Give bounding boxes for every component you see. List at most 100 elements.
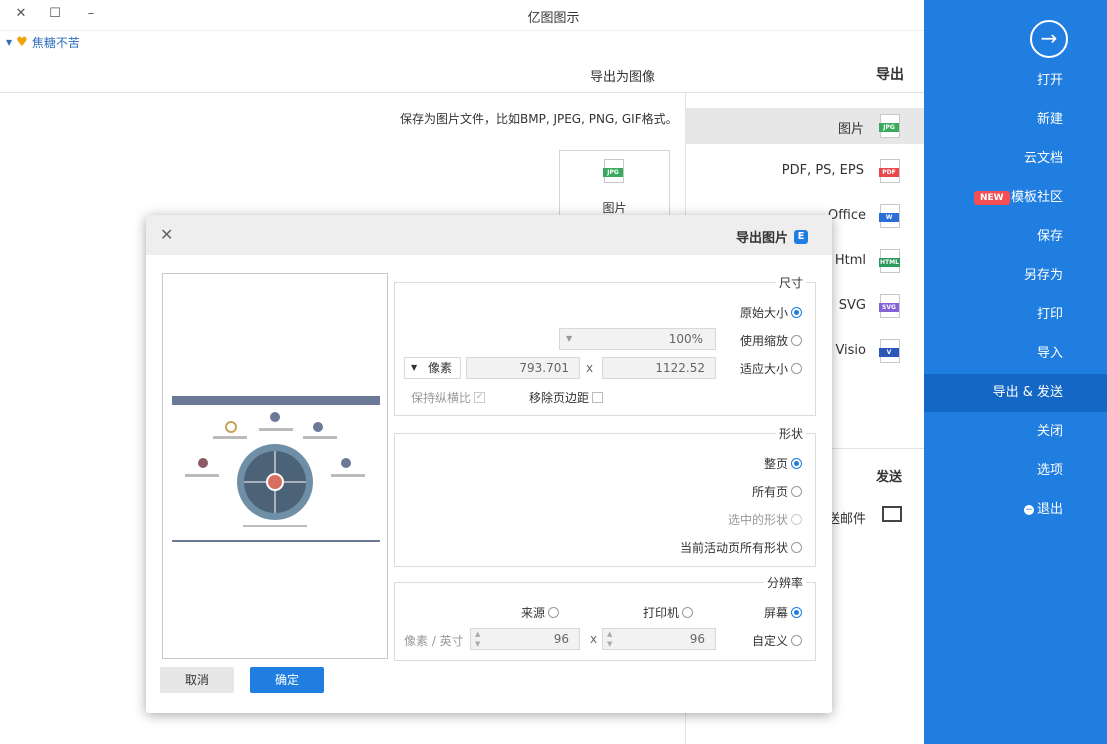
- export-heading: 导出: [876, 67, 904, 83]
- app-logo-icon: E: [794, 229, 808, 244]
- cancel-button[interactable]: 取消: [160, 667, 234, 693]
- shape-whole-page-radio[interactable]: 整页: [764, 455, 803, 472]
- checkbox-label: 保持纵横比: [411, 391, 472, 405]
- export-type-label: Office: [828, 208, 866, 223]
- sidebar-item-options[interactable]: 选项: [924, 452, 1107, 490]
- shape-selected-radio[interactable]: 选中的形状: [728, 511, 803, 528]
- radio-dot: [791, 486, 803, 497]
- width-value: 1122.52: [655, 361, 705, 375]
- width-field[interactable]: 1122.52: [602, 357, 716, 379]
- radio-dot: [791, 542, 803, 553]
- unit-select[interactable]: ▼ 像素: [404, 357, 461, 379]
- sidebar-item-open[interactable]: 打开: [924, 62, 1107, 100]
- sidebar-item-export-send[interactable]: 导出 & 发送: [924, 374, 1107, 412]
- sidebar-item-label: 新建: [1036, 112, 1063, 127]
- radio-label: 打印机: [643, 606, 680, 620]
- radio-label: 屏幕: [764, 606, 789, 620]
- radio-dot: [791, 607, 803, 618]
- sidebar-item-label: 模板社区: [1010, 190, 1063, 205]
- sidebar-item-print[interactable]: 打印: [924, 296, 1107, 334]
- dialog-title: 导出图片 E: [736, 227, 808, 246]
- maximize-window-button[interactable]: ☐: [44, 4, 66, 24]
- user-name: 焦糖不苦: [31, 36, 80, 50]
- dpi-unit-label: 像素 / 英寸: [404, 634, 464, 648]
- preview-diagram: [172, 396, 380, 542]
- dialog-header: [146, 215, 832, 255]
- dpi-x-value: 96: [689, 632, 705, 646]
- export-type-image[interactable]: 图片 JPG: [686, 108, 924, 144]
- size-fit-radio[interactable]: 适应大小: [740, 360, 803, 377]
- radio-dot: [791, 335, 803, 346]
- sidebar-item-label: 另存为: [1023, 268, 1063, 283]
- radio-dot: [791, 458, 803, 469]
- stepper-icon: ▲ ▼: [475, 630, 481, 648]
- dpi-x-field[interactable]: ▲ ▼ 96: [602, 628, 716, 650]
- size-original-radio[interactable]: 原始大小: [740, 304, 803, 321]
- dpi-y-field[interactable]: ▲ ▼ 96: [470, 628, 580, 650]
- ok-button[interactable]: 确定: [250, 667, 324, 693]
- sidebar-item-cloud[interactable]: 云文档: [924, 140, 1107, 178]
- radio-label: 所有页: [752, 485, 789, 499]
- minimize-window-button[interactable]: –: [80, 4, 102, 24]
- radio-dot: [791, 514, 803, 525]
- vip-icon: ♥: [16, 35, 28, 50]
- pdf-file-icon: PDF: [879, 159, 900, 183]
- sidebar-item-import[interactable]: 导入: [924, 335, 1107, 373]
- export-type-label: 图片: [837, 122, 864, 137]
- keep-ratio-checkbox[interactable]: 保持纵横比 ✓: [411, 389, 486, 406]
- resolution-printer-radio[interactable]: 打印机: [643, 604, 694, 621]
- radio-dot: [791, 635, 803, 646]
- export-preview: [162, 273, 388, 659]
- times-label: x: [590, 632, 598, 646]
- minus-circle-icon: −: [1023, 504, 1034, 515]
- export-description: 保存为图片文件，比如BMP, JPEG, PNG, GIF格式。: [400, 112, 678, 126]
- radio-dot: [791, 307, 803, 318]
- remove-margin-checkbox[interactable]: 移除页边距: [529, 389, 604, 406]
- dialog-title-text: 导出图片: [735, 231, 788, 246]
- sidebar-item-label: 退出: [1036, 502, 1063, 517]
- svg-file-icon: SVG: [879, 294, 900, 318]
- sidebar-item-label: 云文档: [1023, 151, 1063, 166]
- resolution-source-radio[interactable]: 来源: [521, 604, 560, 621]
- shape-group-title: 形状: [776, 425, 807, 442]
- user-menu[interactable]: ▼ ♥ 焦糖不苦: [6, 34, 80, 51]
- height-field[interactable]: 793.701: [466, 357, 580, 379]
- resolution-screen-radio[interactable]: 屏幕: [764, 604, 803, 621]
- export-type-pdf[interactable]: PDF, PS, EPS PDF: [686, 153, 924, 189]
- image-export-card[interactable]: JPG 图片: [559, 150, 670, 222]
- scale-value: 100%: [668, 332, 703, 346]
- export-type-label: PDF, PS, EPS: [781, 163, 864, 178]
- close-window-button[interactable]: ✕: [10, 4, 32, 24]
- export-image-dialog: 导出图片 E ✕ 尺寸 原始大小 使用缩放 ▼ 100% 适应大小 1122.5…: [146, 215, 832, 713]
- sidebar-item-templates[interactable]: NEW 模板社区: [924, 179, 1107, 217]
- checkbox-label: 移除页边距: [529, 391, 590, 405]
- height-value: 793.701: [519, 361, 569, 375]
- radio-label: 适应大小: [740, 362, 789, 376]
- size-group-title: 尺寸: [776, 274, 807, 291]
- sidebar-item-new[interactable]: 新建: [924, 101, 1107, 139]
- sidebar-item-exit[interactable]: − 退出: [924, 491, 1107, 529]
- jpg-file-icon: JPG: [879, 114, 900, 138]
- new-badge: NEW: [974, 191, 1010, 205]
- dropdown-icon: ▼: [6, 38, 13, 47]
- scale-select[interactable]: ▼ 100%: [559, 328, 716, 350]
- sidebar-item-save-as[interactable]: 另存为: [924, 257, 1107, 295]
- export-type-label: Html: [834, 253, 866, 268]
- sidebar-item-save[interactable]: 保存: [924, 218, 1107, 256]
- check-icon: ✓: [474, 392, 486, 403]
- size-scale-radio[interactable]: 使用缩放: [740, 332, 803, 349]
- close-icon[interactable]: ✕: [160, 225, 173, 244]
- mail-icon: [882, 506, 902, 522]
- back-arrow-icon[interactable]: →: [1030, 20, 1068, 58]
- shape-active-page-radio[interactable]: 当前活动页所有形状: [680, 539, 803, 556]
- export-type-label: SVG: [838, 298, 866, 313]
- visio-file-icon: V: [879, 339, 900, 363]
- sidebar-item-close[interactable]: 关闭: [924, 413, 1107, 451]
- sidebar-item-label: 打印: [1036, 307, 1063, 322]
- checkbox-box: [592, 392, 604, 403]
- resolution-custom-radio[interactable]: 自定义: [752, 632, 803, 649]
- sidebar-item-label: 选项: [1036, 463, 1063, 478]
- sidebar-item-label: 导出 & 发送: [992, 385, 1063, 400]
- shape-all-pages-radio[interactable]: 所有页: [752, 483, 803, 500]
- dpi-y-value: 96: [553, 632, 569, 646]
